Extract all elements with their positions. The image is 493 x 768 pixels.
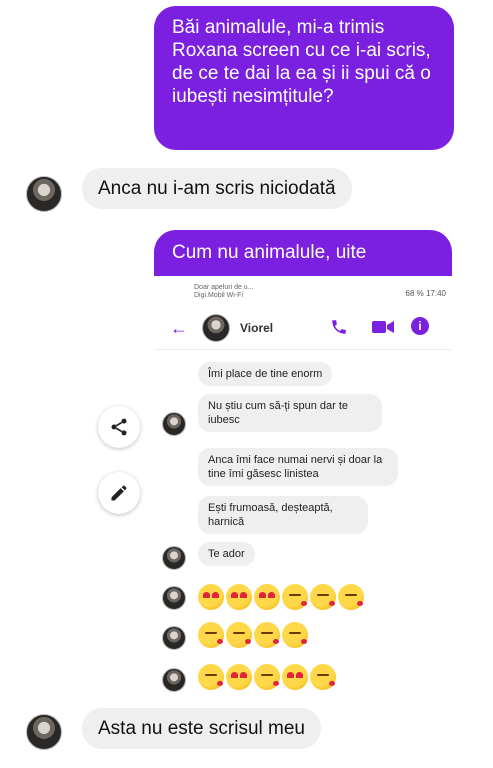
heart-eyes-emoji bbox=[254, 584, 280, 610]
avatar[interactable] bbox=[162, 412, 186, 436]
kissing-emoji bbox=[198, 622, 224, 648]
screenshot-message: Te ador bbox=[198, 542, 255, 566]
avatar[interactable] bbox=[162, 546, 186, 570]
edit-button[interactable] bbox=[98, 472, 140, 514]
screenshot-message: Nu știu cum să-ți spun dar te iubesc bbox=[198, 394, 382, 432]
screenshot-message: Îmi place de tine enorm bbox=[198, 362, 333, 386]
kissing-emoji bbox=[254, 664, 280, 690]
kissing-emoji bbox=[282, 584, 308, 610]
avatar[interactable] bbox=[26, 176, 62, 212]
heart-eyes-emoji bbox=[226, 584, 252, 610]
carrier-text: Doar apeluri de u... Digi.Mobil Wi-Fi bbox=[194, 284, 254, 300]
emoji-row bbox=[198, 664, 336, 690]
kissing-emoji bbox=[310, 664, 336, 690]
message-text: Cum nu animalule, uite bbox=[172, 242, 367, 263]
message-text: Îmi place de tine enorm bbox=[208, 368, 323, 380]
back-arrow-icon[interactable]: ← bbox=[170, 318, 188, 339]
message-text: Anca nu i-am scris niciodată bbox=[98, 178, 336, 199]
message-text: Asta nu este scrisul meu bbox=[98, 718, 305, 739]
chat-header: ← Viorel i bbox=[154, 310, 452, 350]
carrier-line-1: Doar apeluri de u... bbox=[194, 284, 254, 291]
screenshot-message: Ești frumoasă, deșteaptă, harnică bbox=[198, 496, 368, 534]
status-bar: Doar apeluri de u... Digi.Mobil Wi-Fi 68… bbox=[194, 284, 446, 304]
kissing-emoji bbox=[226, 622, 252, 648]
heart-eyes-emoji bbox=[198, 584, 224, 610]
status-right: 68 % 17:40 bbox=[405, 289, 446, 298]
kissing-emoji bbox=[338, 584, 364, 610]
incoming-message: Asta nu este scrisul meu bbox=[82, 708, 321, 749]
info-icon[interactable]: i bbox=[411, 317, 429, 335]
contact-avatar[interactable] bbox=[202, 314, 230, 342]
emoji-row bbox=[198, 622, 308, 648]
message-text: Băi animalule, mi-a trimis Roxana screen… bbox=[172, 17, 431, 107]
avatar[interactable] bbox=[26, 714, 62, 750]
phone-icon[interactable] bbox=[330, 318, 348, 336]
embedded-screenshot: Doar apeluri de u... Digi.Mobil Wi-Fi 68… bbox=[98, 276, 452, 702]
share-button[interactable] bbox=[98, 406, 140, 448]
avatar[interactable] bbox=[162, 626, 186, 650]
kissing-emoji bbox=[310, 584, 336, 610]
kissing-emoji bbox=[254, 622, 280, 648]
heart-eyes-emoji bbox=[226, 664, 252, 690]
kissing-emoji bbox=[198, 664, 224, 690]
heart-eyes-emoji bbox=[282, 664, 308, 690]
outgoing-message: Cum nu animalule, uite bbox=[154, 230, 452, 276]
incoming-message: Anca nu i-am scris niciodată bbox=[82, 168, 352, 209]
screenshot-message: Anca îmi face numai nervi și doar la tin… bbox=[198, 448, 398, 486]
message-text: Ești frumoasă, deșteaptă, harnică bbox=[208, 502, 333, 528]
video-camera-icon[interactable] bbox=[372, 320, 394, 334]
message-text: Nu știu cum să-ți spun dar te iubesc bbox=[208, 400, 349, 426]
pencil-icon bbox=[111, 485, 127, 501]
avatar[interactable] bbox=[162, 586, 186, 610]
outgoing-message: Băi animalule, mi-a trimis Roxana screen… bbox=[154, 6, 454, 150]
message-text: Te ador bbox=[208, 548, 245, 560]
avatar[interactable] bbox=[162, 668, 186, 692]
carrier-line-2: Digi.Mobil Wi-Fi bbox=[194, 292, 243, 299]
kissing-emoji bbox=[282, 622, 308, 648]
share-icon bbox=[111, 418, 127, 436]
emoji-row bbox=[198, 584, 364, 610]
message-text: Anca îmi face numai nervi și doar la tin… bbox=[208, 454, 383, 480]
contact-name[interactable]: Viorel bbox=[240, 321, 273, 335]
